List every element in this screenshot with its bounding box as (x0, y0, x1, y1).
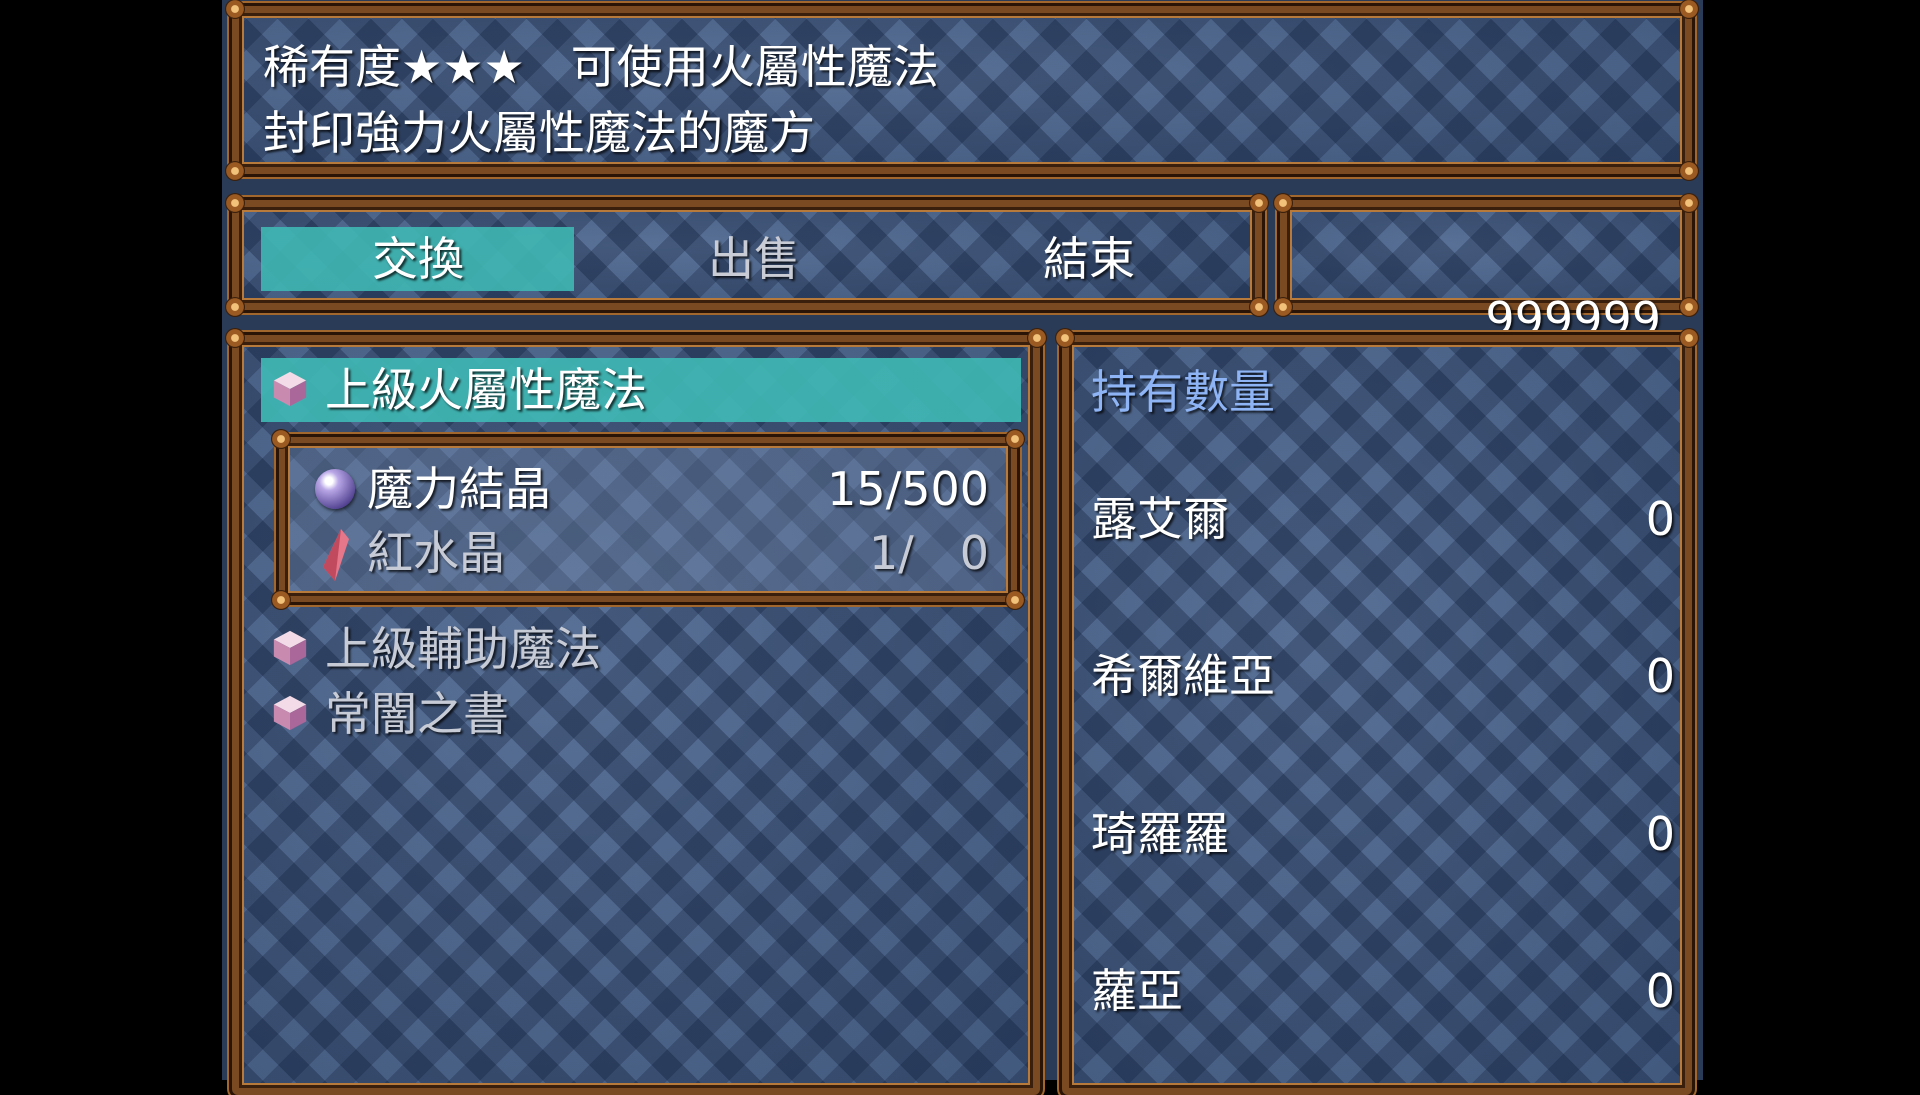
magic-orb-icon (315, 469, 355, 509)
frame-ornament (1273, 193, 1293, 213)
material-amount: 1/ 0 (868, 526, 989, 580)
frame-ornament (1249, 193, 1269, 213)
member-name: 希爾維亞 (1091, 649, 1275, 703)
frame-ornament (225, 161, 245, 181)
list-item[interactable]: 上級輔助魔法 (261, 617, 1021, 681)
frame-ornament (225, 0, 245, 19)
required-materials-panel: 魔力結晶 15/500 紅水晶 1/ 0 (271, 429, 1025, 610)
frame-ornament (1027, 328, 1047, 348)
frame-ornament (1055, 328, 1075, 348)
description-panel: 稀有度★★★ 可使用火屬性魔法 封印強力火屬性魔法的魔方 (225, 0, 1699, 181)
end-button[interactable]: 結束 (939, 229, 1239, 289)
exchange-item-list: 上級火屬性魔法 魔力結晶 15/500 紅水晶 1/ 0 上級輔助魔法 常闇之書 (225, 328, 1047, 1095)
magic-cube-icon (273, 695, 307, 731)
frame-ornament (225, 193, 245, 213)
party-member-row: 希爾維亞 0 (1091, 646, 1675, 706)
shop-screen: 稀有度★★★ 可使用火屬性魔法 封印強力火屬性魔法的魔方 交換 出售 結束 99… (222, 0, 1703, 1095)
frame-ornament (1679, 297, 1699, 317)
frame-ornament (1273, 297, 1293, 317)
member-count: 0 (1645, 807, 1675, 861)
owned-quantity-title: 持有數量 (1091, 365, 1275, 419)
frame-ornament (271, 590, 291, 610)
frame-ornament (271, 429, 291, 449)
magic-cube-icon (273, 630, 307, 666)
gold-panel: 999999 G P (1273, 193, 1699, 406)
list-item[interactable]: 常闇之書 (261, 682, 1021, 746)
frame-ornament (225, 328, 245, 348)
material-amount: 15/500 (827, 462, 989, 516)
frame-ornament (1005, 429, 1025, 449)
member-name: 蘿亞 (1091, 964, 1183, 1018)
item-description-line-1: 稀有度★★★ 可使用火屬性魔法 (263, 40, 939, 94)
command-panel: 交換 出售 結束 (225, 193, 1269, 317)
owned-quantity-panel: 持有數量 露艾爾 0 希爾維亞 0 琦羅羅 0 蘿亞 0 (1055, 328, 1699, 1095)
sell-button[interactable]: 出售 (604, 229, 904, 289)
item-label: 上級火屬性魔法 (325, 363, 647, 417)
exchange-button[interactable]: 交換 (268, 229, 568, 289)
red-crystal-icon (323, 529, 349, 581)
item-label: 上級輔助魔法 (325, 622, 601, 676)
party-member-row: 露艾爾 0 (1091, 489, 1675, 549)
frame-ornament (1679, 0, 1699, 19)
item-description-line-2: 封印強力火屬性魔法的魔方 (263, 106, 815, 160)
member-count: 0 (1645, 492, 1675, 546)
member-name: 露艾爾 (1091, 492, 1229, 546)
frame-ornament (1005, 590, 1025, 610)
magic-cube-icon (273, 371, 307, 407)
frame-ornament (1679, 328, 1699, 348)
frame-ornament (1679, 161, 1699, 181)
party-member-row: 蘿亞 0 (1091, 961, 1675, 1021)
material-name: 紅水晶 (367, 526, 505, 580)
frame-ornament (1249, 297, 1269, 317)
member-name: 琦羅羅 (1091, 807, 1229, 861)
material-name: 魔力結晶 (367, 462, 551, 516)
list-item[interactable]: 上級火屬性魔法 (261, 358, 1021, 422)
frame-ornament (1679, 193, 1699, 213)
member-count: 0 (1645, 649, 1675, 703)
party-member-row: 琦羅羅 0 (1091, 804, 1675, 864)
member-count: 0 (1645, 964, 1675, 1018)
frame-ornament (225, 297, 245, 317)
item-label: 常闇之書 (325, 687, 509, 741)
